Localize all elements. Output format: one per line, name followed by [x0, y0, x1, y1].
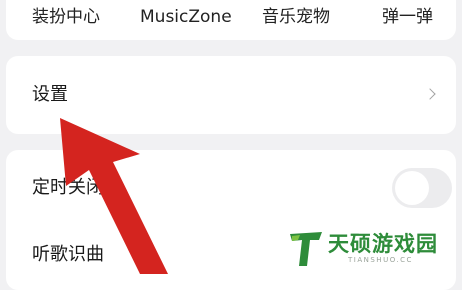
chevron-right-icon: [424, 88, 436, 100]
quick-entry-card: 装扮中心 MusicZone 音乐宠物 弹一弹: [6, 0, 456, 40]
sleep-timer-label: 定时关闭: [32, 177, 104, 198]
quick-entry-tan-yi-tan[interactable]: 弹一弹: [382, 4, 433, 30]
toggle-knob: [395, 171, 429, 205]
song-recognition-label[interactable]: 听歌识曲: [32, 242, 104, 268]
watermark-logo: 天硕游戏园 TIANSHUO.CC: [288, 228, 460, 270]
quick-entry-music-pet[interactable]: 音乐宠物: [262, 4, 330, 30]
settings-label: 设置: [32, 84, 68, 105]
quick-entry-row: 装扮中心 MusicZone 音乐宠物 弹一弹: [6, 4, 456, 30]
settings-row[interactable]: 设置: [6, 56, 456, 134]
watermark-name: 天硕游戏园: [328, 232, 438, 256]
quick-entry-musiczone[interactable]: MusicZone: [140, 4, 232, 30]
watermark-domain: TIANSHUO.CC: [348, 256, 413, 264]
sleep-timer-toggle[interactable]: [392, 168, 452, 208]
quick-entry-dress-center[interactable]: 装扮中心: [32, 4, 100, 30]
watermark-t-glyph-icon: [290, 232, 322, 266]
